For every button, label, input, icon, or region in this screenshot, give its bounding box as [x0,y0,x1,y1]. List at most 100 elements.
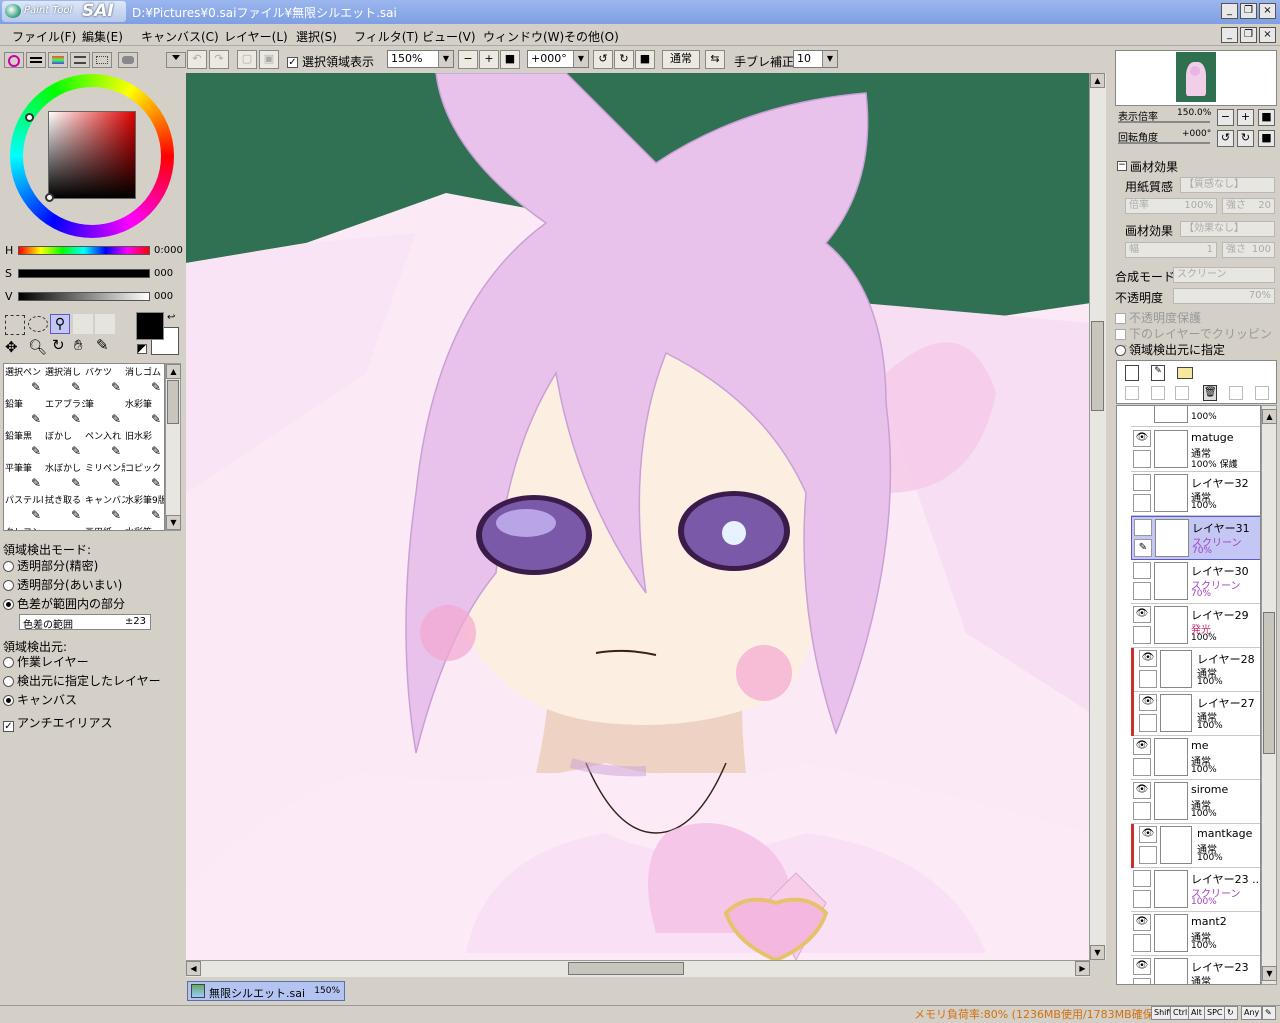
eye-icon[interactable]: 👁︎ [1139,826,1157,843]
paper-texture-select[interactable]: 【質感なし】 [1180,177,1275,193]
menu-window[interactable]: ウィンドウ(W) [483,28,564,45]
navigator-zoom-slider[interactable] [1118,121,1210,123]
space-key-indicator[interactable]: SPC [1204,1006,1226,1020]
rotate-key-icon[interactable]: ↻ [1224,1006,1238,1020]
preserve-opacity-checkbox[interactable]: 不透明度保護 [1115,309,1201,326]
color-wheel-tab[interactable] [4,52,24,68]
maximize-button[interactable]: ❐ [1240,3,1257,19]
zoom-reset-button[interactable]: ■ [500,50,520,69]
navigator-rotate-slider[interactable] [1118,142,1210,144]
layer-row-partial[interactable]: 100% [1131,406,1260,427]
layer-row[interactable]: 👁︎ sirome 通常 100% [1131,780,1260,824]
deselect-button[interactable]: ▢ [237,50,257,69]
menu-view[interactable]: ビュー(V) [422,28,476,45]
detect-source-specified-layer[interactable]: 検出元に指定したレイヤー [3,672,161,689]
detect-mode-transparent-fuzzy[interactable]: 透明部分(あいまい) [3,576,122,593]
nav-zoom-out-button[interactable]: − [1217,109,1234,126]
layer-lock-toggle[interactable] [1133,978,1151,984]
menu-edit[interactable]: 編集(E) [82,28,123,45]
tool-old-watercolor[interactable]: 旧水彩 ✎ [125,429,164,460]
new-folder-icon[interactable] [1177,367,1193,379]
eye-icon[interactable]: 👁︎ [1139,650,1157,667]
eyedropper-icon[interactable]: ✎ [96,336,109,354]
eye-hidden-icon[interactable] [1133,474,1151,491]
hsv-slider-tab[interactable] [48,52,68,68]
layer-lock-toggle[interactable] [1133,494,1151,512]
menu-select[interactable]: 選択(S) [296,28,337,45]
tool-canvas-acrylic[interactable]: キャンバスアクリル ✎ [85,493,125,524]
eye-icon[interactable]: 👁︎ [1133,430,1151,447]
layer-lock-toggle[interactable] [1133,582,1151,600]
tool-millipen[interactable]: ミリペン黒 ✎ [85,461,125,492]
detect-source-working-layer[interactable]: 作業レイヤー [3,653,89,670]
tool-selection-eraser[interactable]: 選択消し ✎ [45,365,85,396]
layer-lock-toggle[interactable] [1133,890,1151,908]
tool-drawing-paper[interactable]: 画用紙✎ [85,525,125,530]
nav-rotate-reset-button[interactable]: ■ [1258,130,1275,147]
document-tab[interactable]: 無限シルエット.sai 150% [187,981,345,1001]
rotate-right-button[interactable]: ↻ [614,50,634,69]
scratchpad-tab[interactable] [118,52,138,68]
sv-picker-handle[interactable] [45,193,54,202]
layer-row[interactable]: レイヤー30 スクリーン 70% [1131,560,1260,604]
flip-horizontal-button[interactable]: ⇆ [705,50,725,69]
effect-select[interactable]: 【効果なし】 [1180,221,1275,237]
new-vector-layer-icon[interactable]: ✎ [1151,365,1165,381]
zoom-out-button[interactable]: − [458,50,478,69]
eye-icon[interactable]: 👁︎ [1133,958,1151,975]
tool-watercolor9[interactable]: 水彩筆9版 ✎ [125,493,164,524]
invert-selection-button[interactable]: ▣ [259,50,279,69]
layer-lock-toggle[interactable] [1139,846,1157,864]
tool-airbrush[interactable]: エアブラシ ✎ [45,397,85,428]
view-mode-button[interactable]: 通常 [662,50,700,69]
reset-colors-icon[interactable] [137,344,147,354]
doc-restore-button[interactable]: ❐ [1240,27,1257,43]
tool-watercolor2[interactable]: 水彩筆✎ [125,525,164,530]
eye-hidden-icon[interactable] [1134,519,1152,536]
layer-row[interactable]: 👁︎ レイヤー27 通常 100% [1131,692,1260,736]
menu-other[interactable]: その他(O) [564,28,619,45]
zoom-icon[interactable]: 🔍︎ [28,338,47,356]
delete-layer-icon[interactable]: 🗑︎ [1203,385,1217,401]
redo-button[interactable]: ↷ [209,50,229,69]
nav-rotate-left-button[interactable]: ↺ [1217,130,1234,147]
rotate-left-button[interactable]: ↺ [593,50,613,69]
saturation-slider[interactable] [18,269,150,278]
hand-icon[interactable]: ✋︎ [74,336,83,354]
blend-mode-select[interactable]: スクリーン [1173,267,1275,283]
layer-lock-toggle[interactable] [1133,450,1151,468]
menu-layer[interactable]: レイヤー(L) [224,28,288,45]
canvas-vertical-scrollbar[interactable]: ▲ ▼ [1089,73,1106,960]
tool-wipe[interactable]: 拭き取る ✎ [45,493,85,524]
antialias-checkbox[interactable]: ✓ アンチエイリアス [3,714,113,732]
navigator-thumbnail[interactable] [1176,52,1216,102]
tool-water-blur[interactable]: 水ぼかし ✎ [45,461,85,492]
rect-select-icon[interactable] [5,315,25,335]
value-slider[interactable] [18,292,150,301]
tool-eraser[interactable]: 消しゴム ✎ [125,365,164,396]
stabilizer-select[interactable]: 10 ▼ [793,50,838,68]
eye-hidden-icon[interactable] [1133,870,1151,887]
eye-icon[interactable]: 👁︎ [1133,738,1151,755]
tool-pencil-black[interactable]: 鉛筆黒 ✎ [5,429,45,460]
palette-tab[interactable] [70,52,90,68]
any-key-indicator[interactable]: Any [1241,1006,1263,1020]
merge-down-icon[interactable] [1151,386,1165,400]
rotate-reset-button[interactable]: ■ [635,50,655,69]
tool-watercolor[interactable]: 水彩筆 ✎ [125,397,164,428]
menu-filter[interactable]: フィルタ(T) [354,28,418,45]
canvas-horizontal-scrollbar[interactable]: ◀ ▶ [186,960,1090,977]
paper-scale-slider[interactable]: 倍率 100% [1125,198,1217,214]
layer-row[interactable]: 👁︎ レイヤー28 通常 100% [1131,648,1260,692]
hue-picker-handle[interactable] [25,113,34,122]
nav-rotate-right-button[interactable]: ↻ [1237,130,1254,147]
new-layer-icon[interactable] [1125,365,1139,381]
move-icon[interactable]: ✥ [5,338,18,356]
opacity-slider[interactable]: 70% [1173,288,1275,304]
canvas-area[interactable] [186,73,1091,960]
menu-canvas[interactable]: キャンバス(C) [141,28,219,45]
close-window-button[interactable]: × [1259,3,1276,19]
lasso-icon[interactable] [28,316,48,332]
swap-colors-icon[interactable]: ↩ [167,312,175,323]
detect-source-checkbox[interactable]: 領域検出元に指定 [1115,341,1225,358]
